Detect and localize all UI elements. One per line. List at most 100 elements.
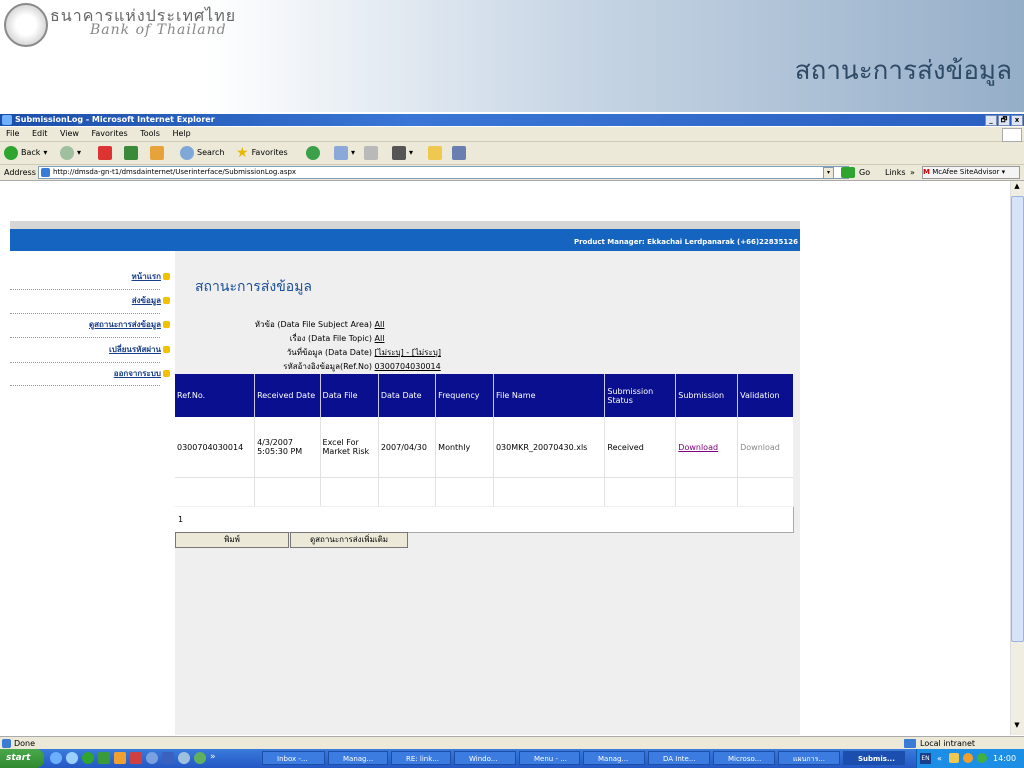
sidebar-item-change-password[interactable]: เปลี่ยนรหัสผ่าน xyxy=(10,343,170,355)
outlook-quicklaunch-icon[interactable] xyxy=(114,752,126,764)
network-quicklaunch-icon[interactable] xyxy=(194,752,206,764)
taskbar-item-submission[interactable]: Submis... xyxy=(843,751,905,765)
bullet-icon xyxy=(163,345,170,353)
start-button[interactable]: start xyxy=(0,749,44,768)
go-button[interactable]: Go xyxy=(859,165,870,180)
taskbar-item-da-internet[interactable]: DA Inte... xyxy=(648,751,710,765)
taskbar-item-menu[interactable]: Menu - ... xyxy=(519,751,580,765)
column-header-frequency: Frequency xyxy=(435,374,494,417)
taskbar-item-microsoft[interactable]: Microso... xyxy=(713,751,775,765)
browser-quicklaunch-icon[interactable] xyxy=(66,752,78,764)
cell-submission: Download xyxy=(675,417,739,478)
mcafee-button[interactable]: M McAfee SiteAdvisor ▾ xyxy=(922,166,1020,179)
clock: 14:00 xyxy=(993,754,1017,763)
bullet-icon xyxy=(163,296,170,304)
taskbar-item-inbox[interactable]: Inbox -... xyxy=(262,751,325,765)
restore-button[interactable]: 🗗 xyxy=(998,115,1010,126)
table-row: 0300704030014 4/3/2007 5:05:30 PM Excel … xyxy=(175,417,793,478)
excel-quicklaunch-icon[interactable] xyxy=(98,752,110,764)
menu-file[interactable]: File xyxy=(6,129,19,138)
bank-seal-icon xyxy=(4,3,48,47)
mail-icon xyxy=(334,146,348,160)
powerpoint-quicklaunch-icon[interactable] xyxy=(130,752,142,764)
window-title: SubmissionLog - Microsoft Internet Explo… xyxy=(15,115,215,124)
research-button[interactable] xyxy=(452,145,466,161)
go-arrow-icon[interactable] xyxy=(841,167,855,178)
menu-help[interactable]: Help xyxy=(172,129,190,138)
menu-edit[interactable]: Edit xyxy=(32,129,48,138)
filter-subject-area: หัวข้อ (Data File Subject Area) All xyxy=(254,320,385,329)
sidebar-item-home[interactable]: หน้าแรก xyxy=(10,270,170,282)
submission-download-link[interactable]: Download xyxy=(678,443,718,452)
menu-favorites[interactable]: Favorites xyxy=(92,129,128,138)
folder-button[interactable] xyxy=(428,145,442,161)
ie-logo-icon xyxy=(2,115,12,125)
tray-mail-icon[interactable] xyxy=(949,753,959,763)
menu-tools[interactable]: Tools xyxy=(140,129,160,138)
filter-topic-link[interactable]: All xyxy=(375,334,385,343)
taskbar-item-manag-1[interactable]: Manag... xyxy=(328,751,388,765)
column-header-data-date: Data Date xyxy=(378,374,437,417)
refresh-icon xyxy=(124,146,138,160)
print-button[interactable]: พิมพ์ xyxy=(175,532,289,548)
ie-quicklaunch-icon[interactable] xyxy=(50,752,62,764)
window-title-bar[interactable]: SubmissionLog - Microsoft Internet Explo… xyxy=(0,114,1024,126)
edit-icon xyxy=(392,146,406,160)
filter-ref-no-link[interactable]: 0300704030014 xyxy=(375,362,441,371)
slide-title: สถานะการส่งข้อมูล xyxy=(794,56,1012,86)
slide-banner: ธนาคารแห่งประเทศไทย Bank of Thailand สถา… xyxy=(0,0,1024,112)
filter-subject-area-link[interactable]: All xyxy=(375,320,385,329)
word-quicklaunch-icon[interactable] xyxy=(162,752,174,764)
filter-data-date-link[interactable]: [ไม่ระบุ] - [ไม่ระบุ] xyxy=(375,348,441,357)
scroll-up-icon[interactable]: ▲ xyxy=(1012,182,1022,194)
search-icon xyxy=(180,146,194,160)
edit-button[interactable]: ▾ xyxy=(392,145,413,161)
more-chevron-icon[interactable]: » xyxy=(210,752,216,765)
print-toolbar-button[interactable] xyxy=(364,145,378,161)
home-button[interactable] xyxy=(150,145,164,161)
mail-button[interactable]: ▾ xyxy=(334,145,355,161)
tray-chevron-icon[interactable]: « xyxy=(937,749,942,768)
stop-button[interactable] xyxy=(98,145,112,161)
refresh-button[interactable] xyxy=(124,145,138,161)
address-input[interactable]: http://dmsda-gn-t1/dmsdainternet/Userint… xyxy=(38,166,849,179)
search-button[interactable]: Search xyxy=(180,145,224,161)
filter-ref-no: รหัสอ้างอิงข้อมูล(Ref.No) 0300704030014 xyxy=(283,362,441,371)
sidebar-item-submit-data[interactable]: ส่งข้อมูล xyxy=(10,294,170,306)
forward-button[interactable]: ▾ xyxy=(60,145,81,161)
system-tray: EN « 14:00 xyxy=(916,749,1024,768)
view-more-status-button[interactable]: ดูสถานะการส่งเพิ่มเติม xyxy=(290,532,408,548)
taskbar-item-plan[interactable]: แผนการ... xyxy=(778,751,840,765)
sidebar-item-logout[interactable]: ออกจากระบบ xyxy=(10,367,170,379)
language-indicator[interactable]: EN xyxy=(920,753,931,764)
tray-network-icon[interactable] xyxy=(977,753,987,763)
sidebar-item-view-status[interactable]: ดูสถานะการส่งข้อมูล xyxy=(10,318,170,330)
scroll-down-icon[interactable]: ▼ xyxy=(1012,721,1022,733)
menu-view[interactable]: View xyxy=(60,129,79,138)
taskbar-item-manag-2[interactable]: Manag... xyxy=(583,751,645,765)
links-button[interactable]: Links xyxy=(885,165,906,180)
column-header-submission-status: Submission Status xyxy=(604,374,677,417)
pager-page-1[interactable]: 1 xyxy=(178,515,183,524)
product-manager-info: Product Manager: Ekkachai Lerdpanarak (+… xyxy=(573,238,798,246)
printer-icon xyxy=(364,146,378,160)
close-button[interactable]: x xyxy=(1011,115,1023,126)
address-dropdown-button[interactable]: ▾ xyxy=(823,167,834,179)
media-quicklaunch-icon[interactable] xyxy=(82,752,94,764)
cell-validation: Download xyxy=(737,417,793,478)
home-icon xyxy=(150,146,164,160)
taskbar-item-windows[interactable]: Windo... xyxy=(454,751,516,765)
back-button[interactable]: Back ▾ xyxy=(4,145,47,161)
taskbar-item-re-link[interactable]: RE: link... xyxy=(391,751,451,765)
messenger-quicklaunch-icon[interactable] xyxy=(146,752,158,764)
history-button[interactable] xyxy=(306,145,320,161)
minimize-button[interactable]: _ xyxy=(985,115,997,126)
favorites-button[interactable]: ★ Favorites xyxy=(236,145,288,161)
tray-app-icon[interactable] xyxy=(963,753,973,763)
cell-ref-no: 0300704030014 xyxy=(175,417,256,478)
site-header-bar: Product Manager: Ekkachai Lerdpanarak (+… xyxy=(10,229,800,251)
clock-quicklaunch-icon[interactable] xyxy=(178,752,190,764)
scrollbar-thumb[interactable] xyxy=(1011,196,1024,642)
toolbar: Back ▾ ▾ Search ★ Favorites ▾ ▾ xyxy=(0,142,1024,165)
column-header-data-file: Data File xyxy=(320,374,379,417)
